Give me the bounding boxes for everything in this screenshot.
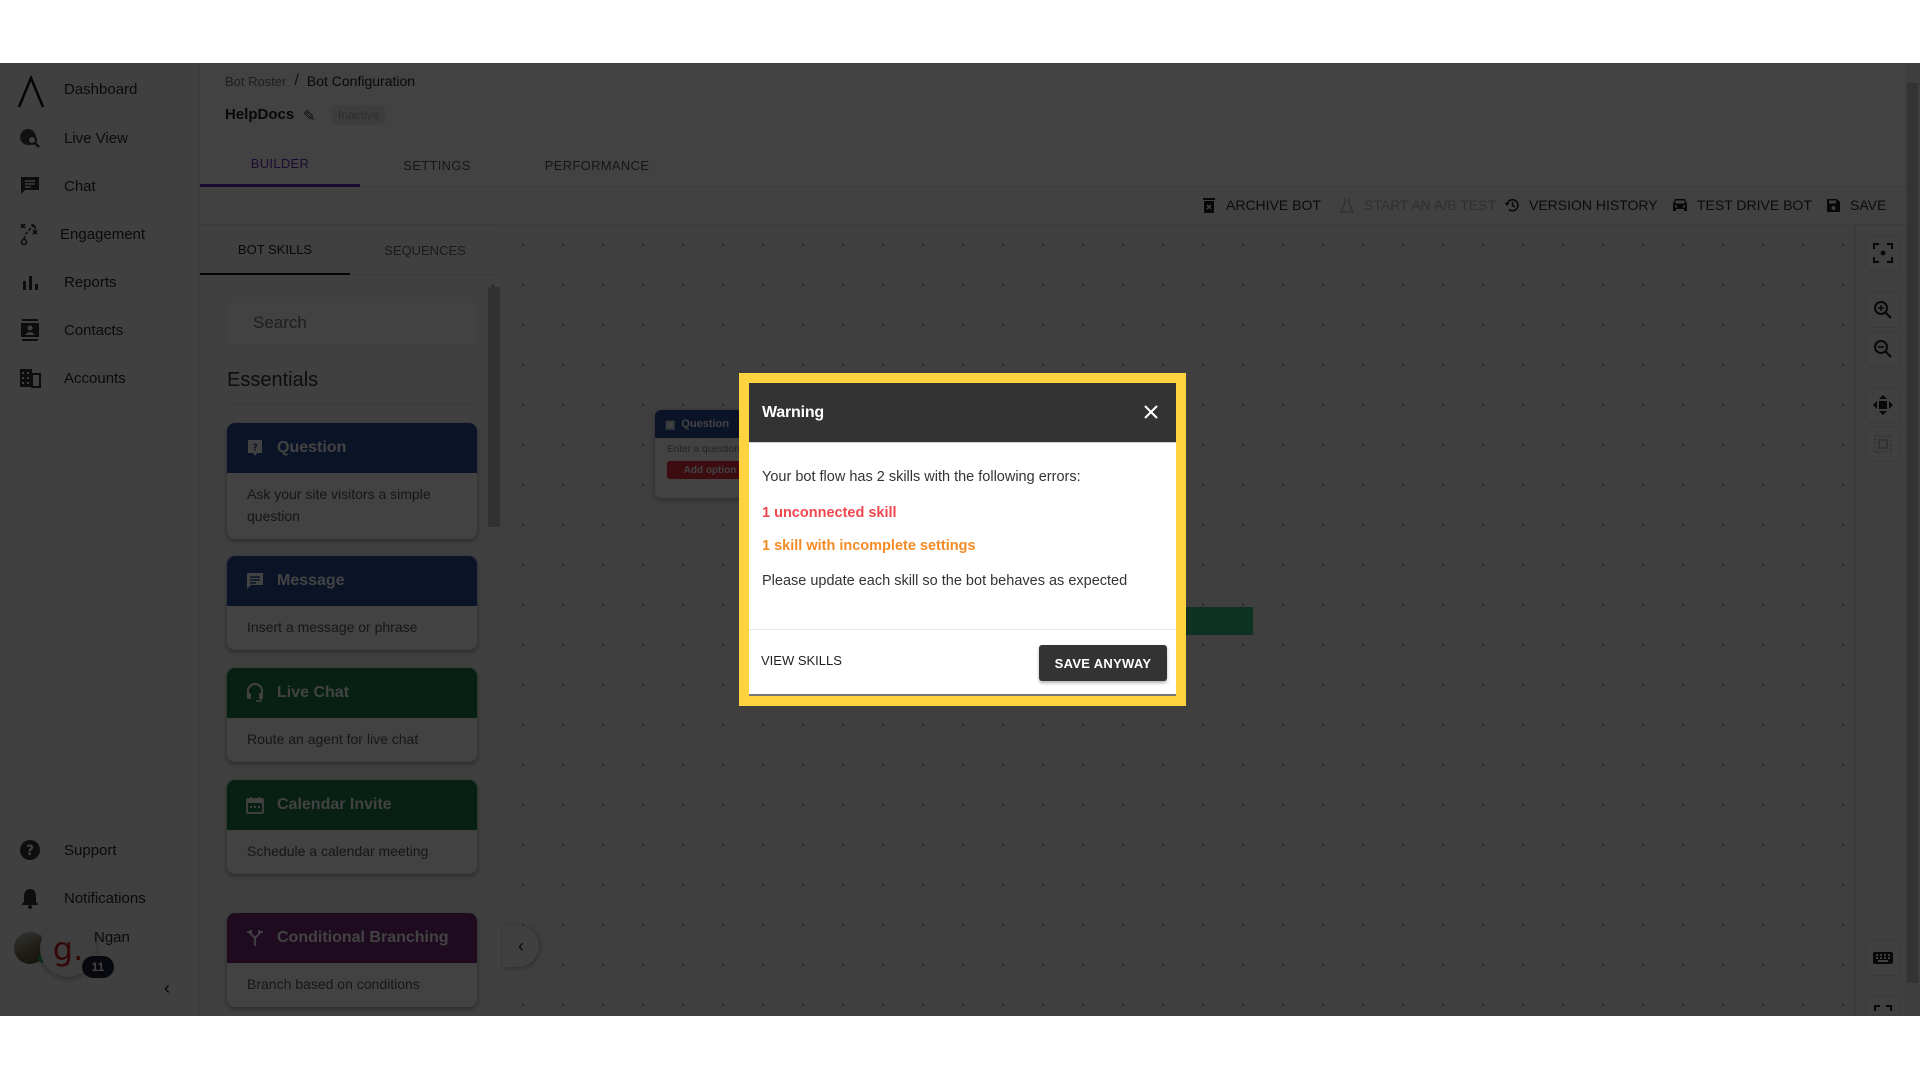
dialog-divider xyxy=(749,629,1176,630)
dialog-header: Warning xyxy=(749,383,1176,443)
close-button[interactable] xyxy=(1140,401,1162,423)
close-icon xyxy=(1144,405,1158,419)
dialog-intro-text: Your bot flow has 2 skills with the foll… xyxy=(762,469,1081,485)
dialog-title: Warning xyxy=(762,404,824,421)
error-incomplete-settings: 1 skill with incomplete settings xyxy=(762,538,976,554)
dialog-bottom-edge xyxy=(749,694,1176,696)
warning-dialog: Warning Your bot flow has 2 skills with … xyxy=(749,383,1176,696)
view-skills-button[interactable]: VIEW SKILLS xyxy=(761,653,842,668)
save-anyway-button[interactable]: SAVE ANYWAY xyxy=(1039,645,1167,681)
dialog-footer-note: Please update each skill so the bot beha… xyxy=(762,573,1128,589)
error-unconnected-skill: 1 unconnected skill xyxy=(762,505,897,521)
